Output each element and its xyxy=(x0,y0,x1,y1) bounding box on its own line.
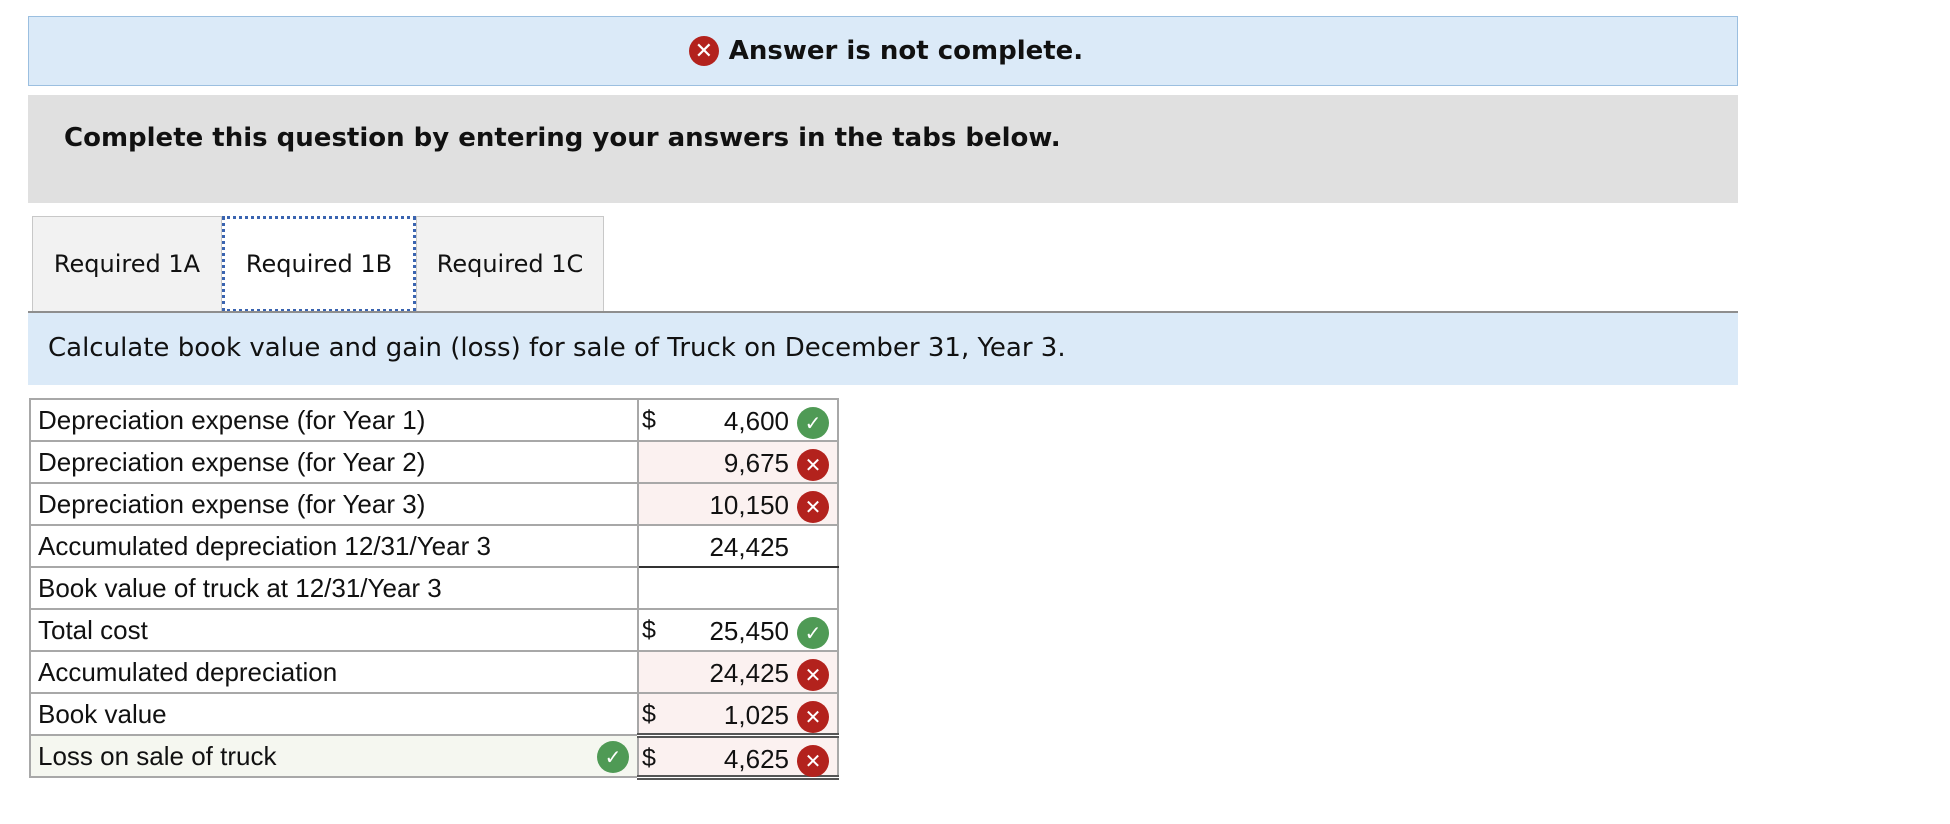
check-circle-icon: ✓ xyxy=(797,407,829,439)
tab-required-1c[interactable]: Required 1C xyxy=(416,216,604,312)
row-label-text: Depreciation expense (for Year 1) xyxy=(38,404,426,435)
currency-symbol: $ xyxy=(642,743,656,772)
x-circle-icon: ✕ xyxy=(797,744,829,777)
amount-input[interactable]: 9,675 ✕ xyxy=(637,440,839,484)
table-row: Depreciation expense (for Year 3) 10,150 ✕ xyxy=(29,482,839,526)
tab-bar: Required 1A Required 1B Required 1C xyxy=(32,216,604,312)
row-label-text: Accumulated depreciation 12/31/Year 3 xyxy=(38,530,491,561)
row-label: Book value xyxy=(29,692,639,736)
table-row: Depreciation expense (for Year 2) 9,675 ✕ xyxy=(29,440,839,484)
prompt-box: Calculate book value and gain (loss) for… xyxy=(28,313,1738,385)
amount-input[interactable]: 10,150 ✕ xyxy=(637,482,839,526)
currency-symbol: $ xyxy=(642,406,656,434)
status-message: Answer is not complete. xyxy=(728,36,1084,66)
check-circle-icon: ✓ xyxy=(797,617,829,649)
amount-value: 25,450 xyxy=(709,616,789,646)
row-label: Loss on sale of truck ✓ xyxy=(29,734,639,778)
table-row: Loss on sale of truck ✓ $4,625 ✕ xyxy=(29,734,839,780)
table-row: Accumulated depreciation 12/31/Year 3 24,… xyxy=(29,524,839,568)
amount-input[interactable]: $4,625 ✕ xyxy=(637,734,839,780)
row-label-text: Book value of truck at 12/31/Year 3 xyxy=(38,572,442,603)
amount-input[interactable]: 24,425 ✕ xyxy=(637,650,839,694)
status-banner: ✕ Answer is not complete. xyxy=(28,16,1738,86)
row-label: Depreciation expense (for Year 2) xyxy=(29,440,639,484)
row-label: Depreciation expense (for Year 1) xyxy=(29,398,639,442)
amount-value: 1,025 xyxy=(723,700,789,730)
currency-symbol: $ xyxy=(642,700,656,728)
amount-input[interactable]: $1,025 ✕ xyxy=(637,692,839,738)
row-label-text: Loss on sale of truck xyxy=(38,740,277,771)
row-label-text: Depreciation expense (for Year 3) xyxy=(38,488,426,519)
amount-value: 24,425 xyxy=(709,532,789,562)
table-row: Book value $1,025 ✕ xyxy=(29,692,839,738)
calculation-table: Depreciation expense (for Year 1) $4,600 ✓… xyxy=(29,398,839,780)
amount-input[interactable]: $4,600 ✓ xyxy=(637,398,839,442)
x-circle-icon: ✕ xyxy=(797,701,829,733)
x-circle-icon: ✕ xyxy=(797,449,829,481)
row-label-text: Book value xyxy=(38,698,167,729)
amount-value: 10,150 xyxy=(709,490,789,520)
amount-input[interactable] xyxy=(637,566,839,610)
currency-symbol: $ xyxy=(642,616,656,644)
instruction-box: Complete this question by entering your … xyxy=(28,95,1738,203)
amount-value: 4,600 xyxy=(723,406,789,436)
row-label: Accumulated depreciation xyxy=(29,650,639,694)
instruction-text: Complete this question by entering your … xyxy=(64,123,1061,153)
table-row: Total cost $25,450 ✓ xyxy=(29,608,839,652)
amount-value: 24,425 xyxy=(709,658,789,688)
row-label-text: Total cost xyxy=(38,614,148,645)
check-circle-icon: ✓ xyxy=(597,741,629,773)
x-circle-icon: ✕ xyxy=(797,659,829,691)
prompt-text: Calculate book value and gain (loss) for… xyxy=(48,333,1066,363)
row-label-text: Accumulated depreciation xyxy=(38,656,338,687)
x-circle-icon: ✕ xyxy=(688,36,719,66)
amount-value: 9,675 xyxy=(723,448,789,478)
tab-required-1a[interactable]: Required 1A xyxy=(32,216,222,312)
row-label: Book value of truck at 12/31/Year 3 xyxy=(29,566,639,610)
tab-required-1b[interactable]: Required 1B xyxy=(222,216,416,312)
row-label: Depreciation expense (for Year 3) xyxy=(29,482,639,526)
amount-input[interactable]: $25,450 ✓ xyxy=(637,608,839,652)
row-label: Accumulated depreciation 12/31/Year 3 xyxy=(29,524,639,568)
x-circle-icon: ✕ xyxy=(797,491,829,523)
amount-value: 4,625 xyxy=(723,743,789,774)
row-label: Total cost xyxy=(29,608,639,652)
row-label-text: Depreciation expense (for Year 2) xyxy=(38,446,426,477)
table-row: Accumulated depreciation 24,425 ✕ xyxy=(29,650,839,694)
amount-input[interactable]: 24,425 xyxy=(637,524,839,568)
table-row: Depreciation expense (for Year 1) $4,600 ✓ xyxy=(29,398,839,442)
table-row: Book value of truck at 12/31/Year 3 xyxy=(29,566,839,610)
